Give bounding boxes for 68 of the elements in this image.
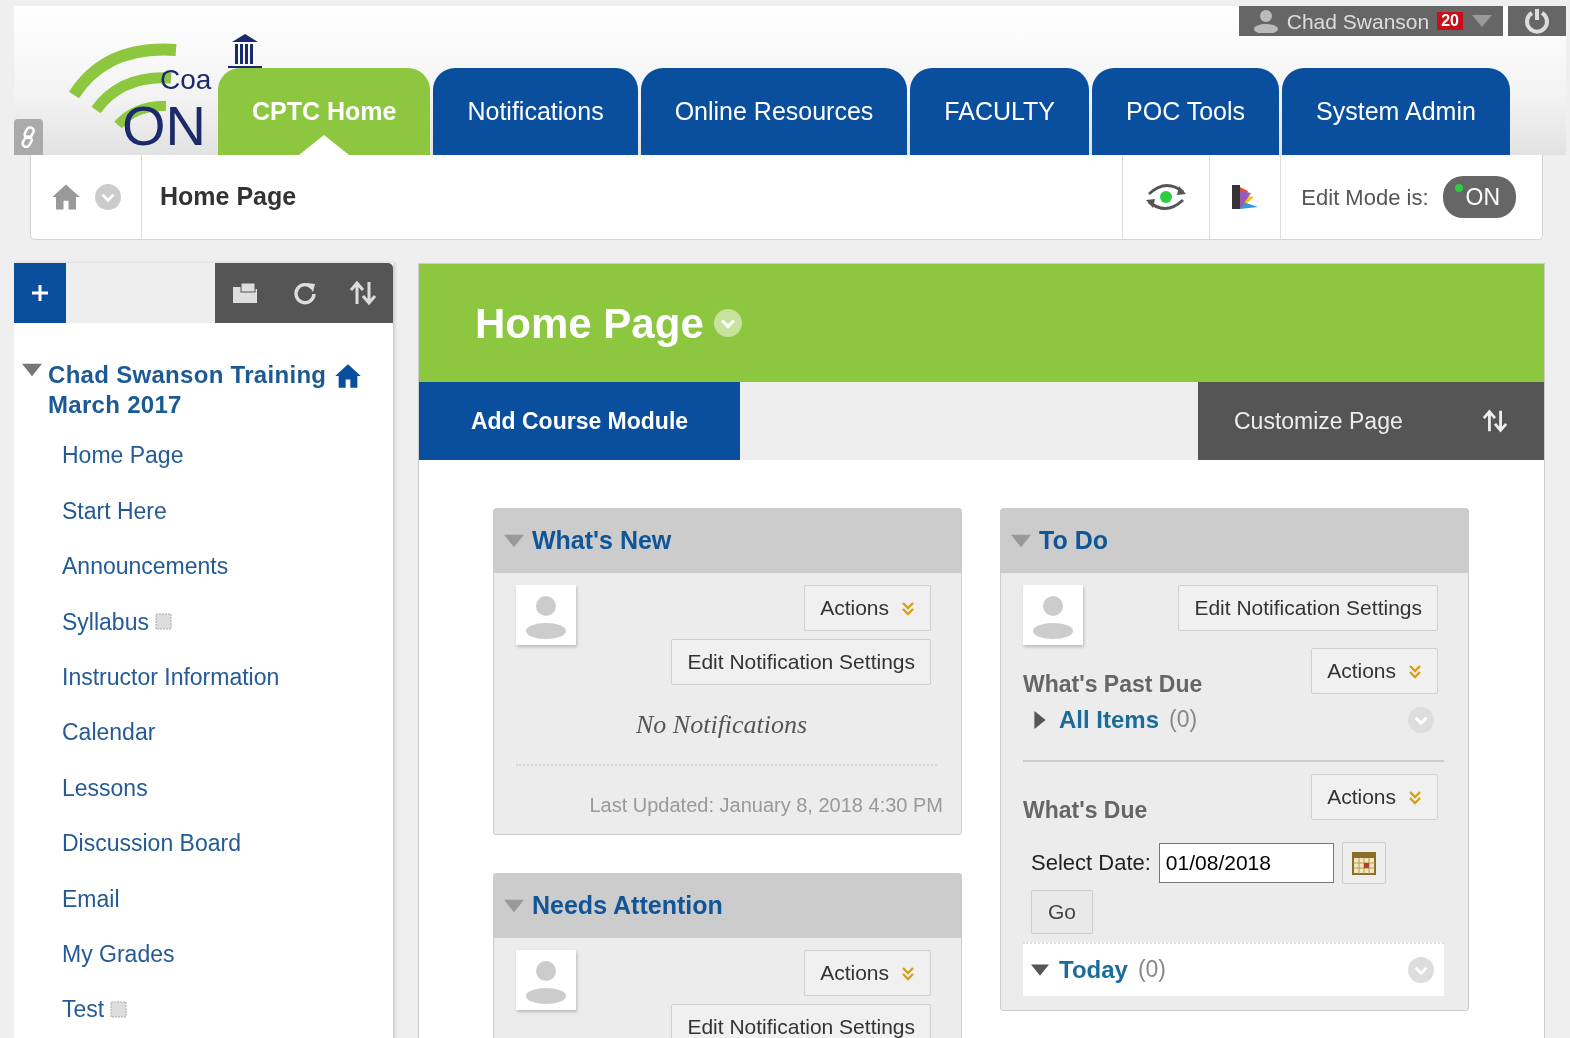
sidebar-link[interactable]: Announcements	[62, 549, 229, 584]
double-chevron-icon	[901, 965, 915, 981]
customize-page-button[interactable]: Customize Page	[1198, 382, 1544, 460]
refresh-icon[interactable]	[292, 280, 318, 306]
empty-message: No Notifications	[636, 709, 809, 741]
module-title: To Do	[1039, 525, 1108, 557]
sidebar-link[interactable]: Instructor Information	[62, 660, 280, 695]
power-icon	[1523, 7, 1551, 35]
sidebar-link[interactable]: Lessons	[62, 770, 148, 806]
calendar-icon	[1350, 849, 1377, 876]
nav-tab[interactable]: Notifications	[433, 68, 638, 155]
sidebar-link[interactable]: Discussion Board	[62, 826, 241, 861]
double-chevron-icon	[1408, 788, 1422, 805]
calendar-button[interactable]	[1341, 841, 1386, 884]
module-title: What's New	[532, 525, 672, 557]
link-button[interactable]	[14, 119, 43, 155]
edit-mode-toggle[interactable]: ON	[1442, 175, 1516, 219]
nav-tab[interactable]: FACULTY	[910, 68, 1090, 155]
sidebar-link[interactable]: Home Page	[62, 438, 184, 473]
date-input[interactable]: 01/08/2018	[1158, 842, 1334, 883]
date-label: Select Date:	[1031, 849, 1151, 877]
user-icon	[1252, 9, 1279, 33]
notification-settings-button[interactable]: Edit Notification Settings	[671, 1004, 931, 1038]
actions-button[interactable]: Actions	[1311, 647, 1438, 694]
double-chevron-icon	[901, 600, 915, 616]
add-menu-button[interactable]	[14, 263, 66, 323]
course-title[interactable]: Chad Swanson Training March 2017	[48, 360, 328, 420]
group-link[interactable]: All Items	[1059, 701, 1160, 738]
caret-icon	[1471, 14, 1493, 28]
sidebar-link[interactable]: Email	[62, 881, 120, 917]
actions-button[interactable]: Actions	[804, 950, 931, 996]
nav-tab[interactable]: System Admin	[1282, 68, 1510, 155]
go-button[interactable]: Go	[1031, 889, 1093, 934]
page-title: Home Page	[475, 298, 704, 349]
item-count: (0)	[1169, 705, 1198, 735]
nav-tab[interactable]: Online Resources	[640, 68, 908, 155]
item-count: (0)	[1137, 955, 1167, 985]
logo-text: ON	[122, 98, 206, 154]
edit-mode-label: Edit Mode is:	[1301, 183, 1429, 212]
actions-button[interactable]: Actions	[804, 585, 931, 631]
reorder-icon	[1482, 408, 1508, 434]
reorder-icon[interactable]	[349, 280, 378, 306]
plus-icon	[30, 283, 50, 303]
sidebar-link[interactable]: Test	[62, 992, 105, 1027]
notification-badge: 20	[1437, 12, 1463, 30]
nav-tab[interactable]: POC Tools	[1092, 68, 1280, 155]
power-button[interactable]	[1508, 6, 1566, 36]
link-icon	[19, 126, 38, 148]
notification-settings-button[interactable]: Edit Notification Settings	[671, 639, 931, 685]
notification-settings-button[interactable]: Edit Notification Settings	[1178, 585, 1438, 631]
group-link[interactable]: Today	[1059, 951, 1128, 988]
customize-page-label: Customize Page	[1234, 406, 1403, 436]
logo-text: Coa	[160, 66, 212, 94]
section-heading: What's Due	[1023, 796, 1148, 825]
user-menu[interactable]: Chad Swanson 20	[1238, 6, 1503, 36]
double-chevron-icon	[1408, 662, 1422, 679]
sidebar-link[interactable]: Syllabus	[62, 604, 149, 640]
actions-button[interactable]: Actions	[1311, 773, 1438, 820]
module-title: Needs Attention	[532, 890, 723, 922]
sidebar-link[interactable]: Start Here	[62, 493, 167, 529]
page-breadcrumb: Home Page	[159, 181, 298, 213]
user-name: Chad Swanson	[1286, 10, 1430, 32]
add-module-button[interactable]: Add Course Module	[419, 382, 740, 460]
last-updated-text: Last Updated: January 8, 2018 4:30 PM	[588, 793, 943, 818]
sidebar-link[interactable]: Calendar	[62, 715, 156, 750]
sidebar-link[interactable]: My Grades	[62, 936, 175, 972]
home-icon[interactable]	[334, 362, 362, 390]
section-heading: What's Past Due	[1023, 670, 1203, 699]
